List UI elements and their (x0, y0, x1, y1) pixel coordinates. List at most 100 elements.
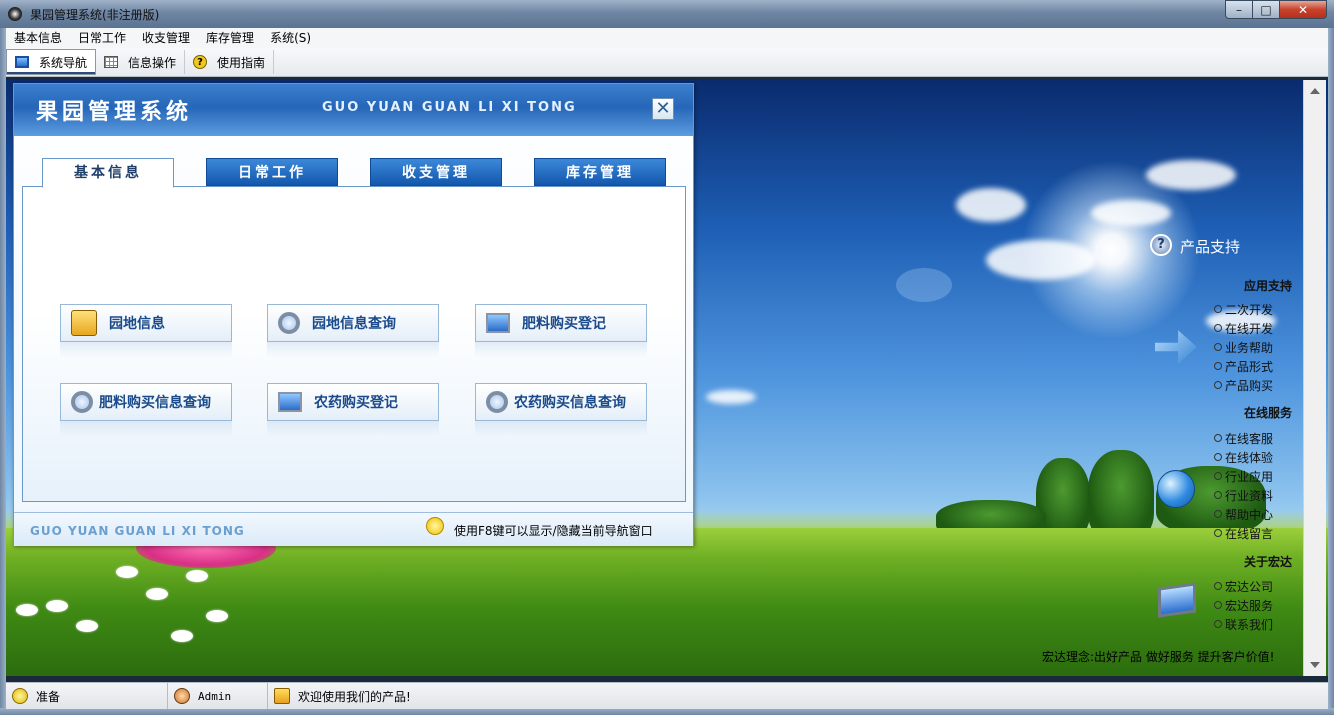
garden-info-label: 园地信息 (109, 316, 165, 332)
toolbar-user-guide-button[interactable]: ? 使用指南 (185, 50, 275, 74)
lightbulb-icon (12, 688, 28, 704)
button-reflection (267, 421, 439, 437)
button-reflection (475, 342, 647, 358)
status-user-text: Admin (198, 689, 232, 703)
footer-subtitle: GUO YUAN GUAN LI XI TONG (30, 524, 245, 538)
menu-bar: 基本信息 日常工作 收支管理 库存管理 系统(S) (6, 28, 1328, 48)
link-secondary-dev[interactable]: 二次开发 (1214, 301, 1273, 318)
status-welcome: 欢迎使用我们的产品! (268, 683, 668, 709)
fertilizer-purchase-label: 肥料购买登记 (522, 316, 606, 332)
window-frame-right (1328, 28, 1334, 715)
search-icon (278, 312, 300, 334)
tab-basic-info[interactable]: 基本信息 (42, 158, 174, 188)
help-circle-icon: ? (1150, 234, 1172, 256)
computer-icon (278, 392, 302, 412)
maximize-button[interactable]: □ (1252, 0, 1280, 19)
link-online-trial[interactable]: 在线体验 (1214, 449, 1273, 466)
link-product-purchase[interactable]: 产品购买 (1214, 377, 1273, 394)
garden-info-query-label: 园地信息查询 (312, 316, 396, 332)
garden-info-button[interactable]: 园地信息 (60, 304, 232, 342)
close-button[interactable]: ✕ (1279, 0, 1327, 19)
title-bar: 果园管理系统(非注册版) – □ ✕ (0, 0, 1334, 28)
status-ready-text: 准备 (36, 689, 61, 704)
tab-inventory[interactable]: 库存管理 (534, 158, 666, 186)
window-title: 果园管理系统(非注册版) (30, 8, 160, 22)
link-business-help[interactable]: 业务帮助 (1214, 339, 1273, 356)
computer-icon (486, 313, 510, 333)
link-services[interactable]: 宏达服务 (1214, 597, 1273, 614)
pesticide-purchase-button[interactable]: 农药购买登记 (267, 383, 439, 421)
link-help-center[interactable]: 帮助中心 (1214, 506, 1273, 523)
toolbar-info-ops-button[interactable]: 信息操作 (96, 50, 186, 74)
pesticide-query-button[interactable]: 农药购买信息查询 (475, 383, 647, 421)
tab-content: 园地信息 园地信息查询 肥料购买登记 肥料购买信息查询 农药购买登记 农药购买信… (22, 186, 686, 502)
daisy (76, 620, 98, 632)
daisy (16, 604, 38, 616)
package-icon (274, 688, 290, 704)
cloud (986, 240, 1096, 280)
vertical-scrollbar[interactable] (1303, 80, 1326, 676)
app-icon[interactable] (8, 7, 22, 21)
daisy (186, 570, 208, 582)
toolbar: 系统导航 信息操作 ? 使用指南 (6, 48, 1328, 77)
menu-finance[interactable]: 收支管理 (134, 28, 198, 48)
window-frame-bottom (0, 708, 1334, 715)
link-online-support[interactable]: 在线客服 (1214, 430, 1273, 447)
monitor-icon (1158, 582, 1196, 618)
nav-title: 果园管理系统 (36, 100, 193, 125)
scroll-down-icon[interactable] (1310, 662, 1320, 668)
link-contact[interactable]: 联系我们 (1214, 616, 1273, 633)
daisy (171, 630, 193, 642)
navigation-panel: 果园管理系统 GUO YUAN GUAN LI XI TONG ✕ 基本信息 日… (13, 83, 694, 546)
company-slogan: 宏达理念:出好产品 做好服务 提升客户价值! (1042, 650, 1275, 664)
button-reflection (475, 421, 647, 437)
tab-daily-work[interactable]: 日常工作 (206, 158, 338, 186)
lens-flare (896, 268, 952, 302)
menu-inventory[interactable]: 库存管理 (198, 28, 262, 48)
pesticide-query-label: 农药购买信息查询 (514, 395, 626, 411)
nav-close-button[interactable]: ✕ (652, 98, 674, 120)
cloud (706, 390, 756, 404)
toolbar-system-nav-label: 系统导航 (39, 55, 88, 70)
cloud (1091, 200, 1171, 226)
tab-finance[interactable]: 收支管理 (370, 158, 502, 186)
minimize-button[interactable]: – (1225, 0, 1253, 19)
fertilizer-query-button[interactable]: 肥料购买信息查询 (60, 383, 232, 421)
status-user: Admin (168, 683, 268, 709)
footer-tip: 使用F8键可以显示/隐藏当前导航窗口 (454, 524, 653, 538)
daisy (206, 610, 228, 622)
status-ready: 准备 (6, 683, 168, 709)
support-title: 产品支持 (1180, 238, 1241, 256)
tree (1088, 450, 1154, 540)
menu-system[interactable]: 系统(S) (262, 28, 319, 48)
nav-header: 果园管理系统 GUO YUAN GUAN LI XI TONG ✕ (14, 84, 693, 136)
scroll-up-icon[interactable] (1310, 88, 1320, 94)
status-welcome-text: 欢迎使用我们的产品! (298, 689, 411, 704)
menu-basic-info[interactable]: 基本信息 (6, 28, 70, 48)
document-icon (71, 310, 97, 336)
section-online-service: 在线服务 (1244, 406, 1293, 420)
menu-daily-work[interactable]: 日常工作 (70, 28, 134, 48)
globe-icon (1157, 470, 1195, 508)
pesticide-purchase-label: 农药购买登记 (314, 395, 398, 411)
link-industry-docs[interactable]: 行业资料 (1214, 487, 1273, 504)
link-company[interactable]: 宏达公司 (1214, 578, 1273, 595)
fertilizer-purchase-button[interactable]: 肥料购买登记 (475, 304, 647, 342)
toolbar-system-nav-button[interactable]: 系统导航 (6, 49, 97, 75)
toolbar-user-guide-label: 使用指南 (217, 55, 266, 70)
nav-footer: GUO YUAN GUAN LI XI TONG 使用F8键可以显示/隐藏当前导… (14, 512, 693, 546)
garden-info-query-button[interactable]: 园地信息查询 (267, 304, 439, 342)
cloud (1146, 160, 1236, 190)
link-online-dev[interactable]: 在线开发 (1214, 320, 1273, 337)
user-icon (174, 688, 190, 704)
link-product-form[interactable]: 产品形式 (1214, 358, 1273, 375)
daisy (46, 600, 68, 612)
link-leave-message[interactable]: 在线留言 (1214, 525, 1273, 542)
toolbar-info-ops-label: 信息操作 (128, 55, 177, 70)
search-icon (71, 391, 93, 413)
grid-icon (104, 56, 119, 68)
button-reflection (267, 342, 439, 358)
help-icon: ? (193, 55, 208, 69)
nav-subtitle: GUO YUAN GUAN LI XI TONG (322, 100, 577, 115)
link-industry-apps[interactable]: 行业应用 (1214, 468, 1273, 485)
